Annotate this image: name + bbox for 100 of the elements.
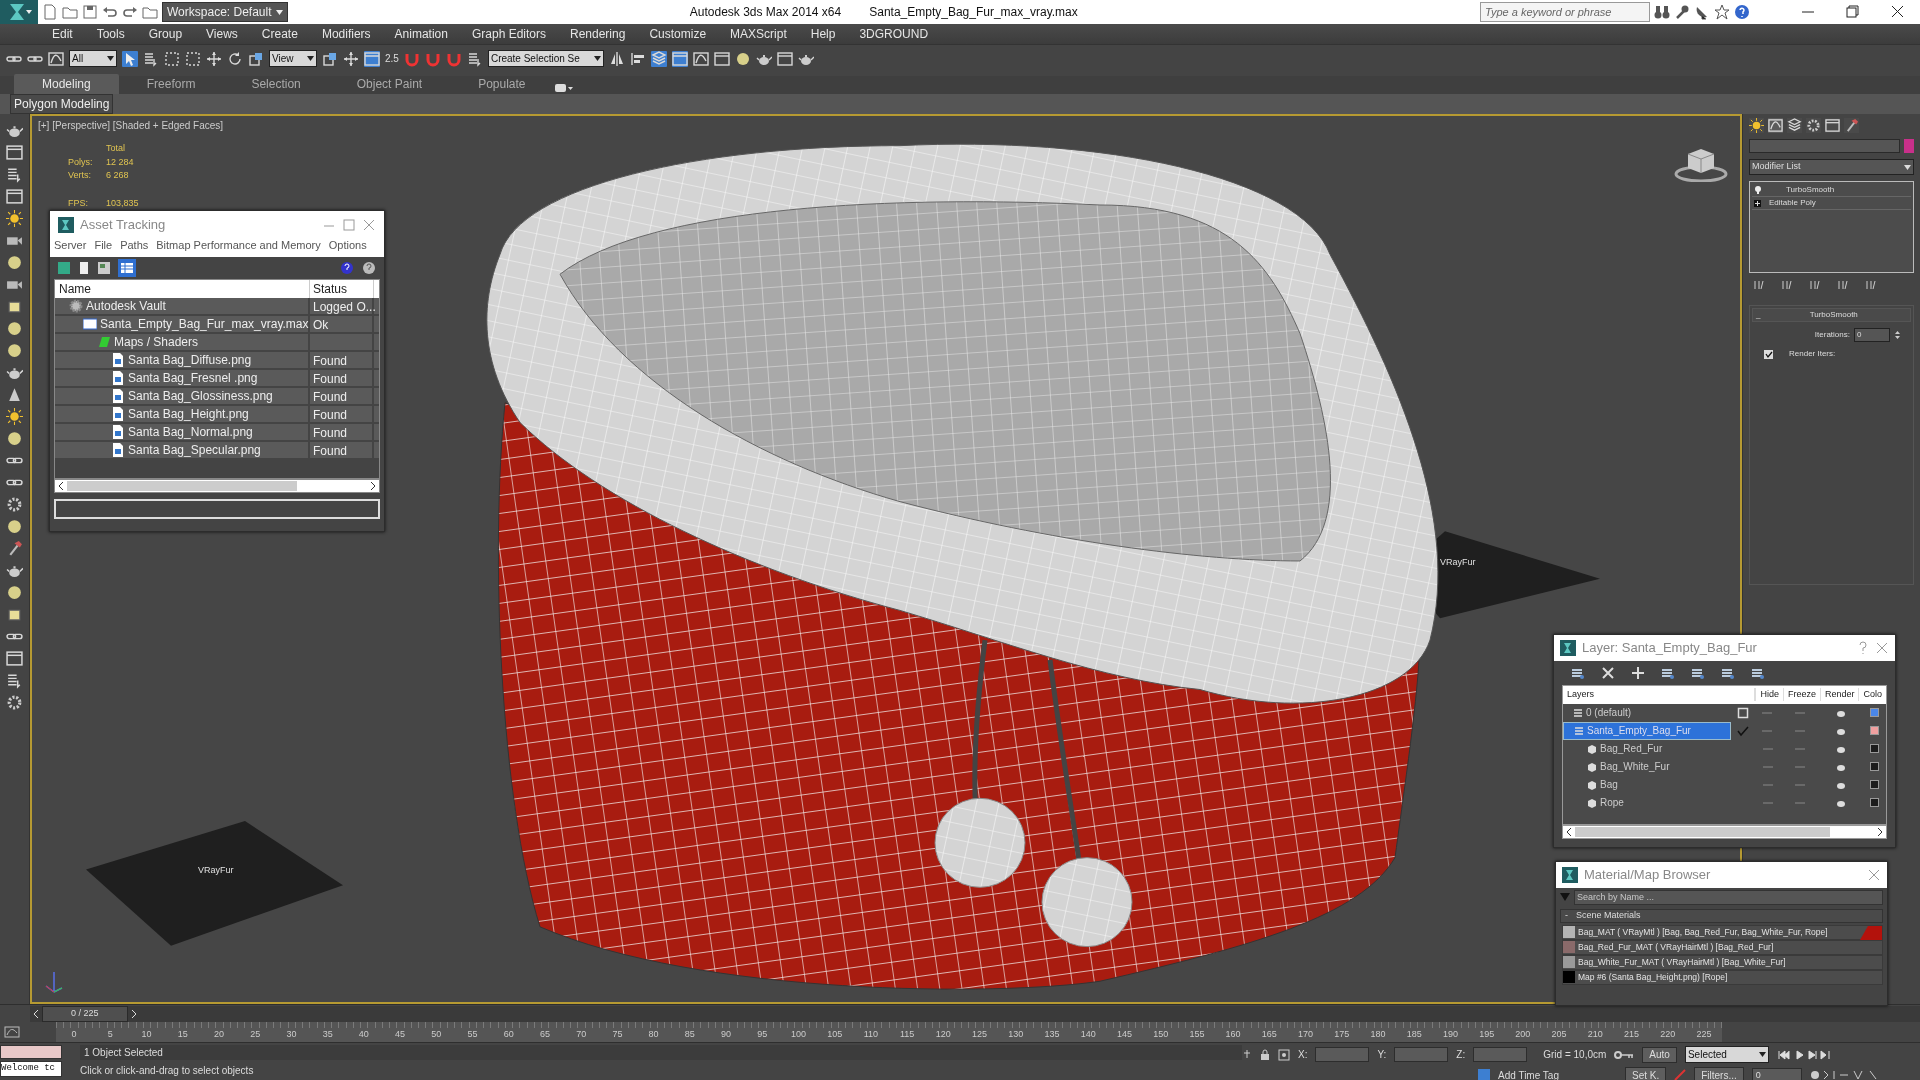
- coordinate-field[interactable]: [1394, 1047, 1449, 1062]
- selection-filter-dropdown[interactable]: All: [69, 50, 117, 67]
- sphere-icon[interactable]: [6, 584, 23, 601]
- menu-item[interactable]: Create: [249, 25, 310, 43]
- listener-output[interactable]: Welcome tc: [0, 1061, 62, 1077]
- help-icon[interactable]: [1857, 640, 1869, 655]
- sphere-icon[interactable]: [6, 254, 23, 271]
- gear-icon[interactable]: [1806, 118, 1821, 133]
- tree-row[interactable]: Autodesk Vault Logged O...: [55, 298, 379, 316]
- time-slider-thumb[interactable]: 0 / 225: [42, 1006, 128, 1022]
- column-header[interactable]: Hide: [1755, 687, 1783, 702]
- snap-toggle[interactable]: 2.5: [385, 51, 399, 66]
- layer-row[interactable]: Rope: [1563, 793, 1733, 812]
- mirror-icon[interactable]: [608, 50, 625, 67]
- frame-field[interactable]: 0: [1751, 1067, 1802, 1080]
- collapse-toggle[interactable]: _: [1756, 309, 1761, 321]
- window-icon[interactable]: [6, 650, 23, 667]
- gear-icon[interactable]: [6, 694, 23, 711]
- gear-icon[interactable]: [6, 496, 23, 513]
- undo-icon[interactable]: [102, 4, 118, 20]
- select-by-name-icon[interactable]: [143, 50, 159, 67]
- menu-item[interactable]: Server: [54, 236, 87, 253]
- layers-icon[interactable]: [1787, 118, 1802, 133]
- viewport-label[interactable]: [+] [Perspective] [Shaded + Edged Faces]: [38, 118, 224, 133]
- menu-item[interactable]: Options: [328, 236, 367, 253]
- new-file-icon[interactable]: [42, 4, 58, 20]
- filters-button[interactable]: Filters...: [1694, 1067, 1744, 1080]
- window-icon[interactable]: [6, 188, 23, 205]
- auto-key-button[interactable]: Auto: [1642, 1046, 1677, 1063]
- coordinate-field[interactable]: [1473, 1047, 1528, 1062]
- menu-item[interactable]: Group: [136, 25, 195, 43]
- menu-item[interactable]: File: [94, 236, 113, 253]
- open-folder-icon[interactable]: [62, 4, 78, 20]
- add-time-tag-button[interactable]: Add Time Tag: [1498, 1067, 1559, 1080]
- color-swatch[interactable]: [1870, 726, 1880, 735]
- sphere-icon[interactable]: [6, 342, 23, 359]
- table-view-icon[interactable]: [118, 259, 136, 277]
- modifier-list-dropdown[interactable]: Modifier List: [1749, 159, 1914, 175]
- spinner-field[interactable]: 0: [1854, 328, 1890, 342]
- timeline-ruler[interactable]: 0 5 10 15 20 25 30 35 40 45 50 55 60 65 70 75 80 85 90 95 100 105 110 115 120 125 130 135 140 145 150 155 160 165 170 175 180 185 190 195 200 205 210 215 220 225: [56, 1022, 1722, 1042]
- layer-row[interactable]: Santa_Empty_Bag_Fur: [1563, 721, 1732, 740]
- modifier-item[interactable]: Editable Poly: [1769, 197, 1816, 209]
- rectangle-selection-icon[interactable]: [164, 50, 180, 67]
- path-field[interactable]: [54, 499, 380, 519]
- move-icon[interactable]: [343, 50, 359, 67]
- ribbon-tab[interactable]: Freeform: [118, 74, 224, 94]
- sun-icon[interactable]: [1749, 118, 1764, 133]
- mini-curve-editor-icon[interactable]: [4, 1025, 20, 1039]
- column-header[interactable]: Colo: [1858, 687, 1886, 702]
- listener-field[interactable]: [0, 1045, 62, 1059]
- color-swatch[interactable]: [1870, 744, 1880, 753]
- material-row[interactable]: Bag_MAT ( VRayMtl ) [Bag, Bag_Red_Fur, Bag_White_Fur, Rope]: [1562, 924, 1883, 940]
- object-color-swatch[interactable]: [1904, 139, 1914, 153]
- ribbon-options-icon[interactable]: [553, 82, 574, 94]
- tree-row[interactable]: Santa Bag_Normal.png Found: [55, 424, 379, 442]
- scale-icon[interactable]: [248, 50, 264, 67]
- satellite-dish-icon[interactable]: [1694, 4, 1710, 20]
- set-key-button[interactable]: Set K.: [1624, 1067, 1667, 1080]
- expand-icon[interactable]: [1754, 199, 1761, 207]
- ribbon-tab[interactable]: Selection: [223, 74, 329, 94]
- workspace-dropdown[interactable]: Workspace: Default: [162, 2, 288, 22]
- layer-row[interactable]: Bag_White_Fur: [1563, 757, 1733, 776]
- light-bulb-icon[interactable]: [1754, 186, 1762, 194]
- menu-item[interactable]: Customize: [637, 25, 719, 43]
- sphere-icon[interactable]: [6, 518, 23, 535]
- color-swatch[interactable]: [1870, 780, 1880, 789]
- menu-item[interactable]: MAXScript: [718, 25, 799, 43]
- menu-item[interactable]: Animation: [382, 25, 460, 43]
- redo-icon[interactable]: [122, 4, 138, 20]
- thumbnail-icon[interactable]: [98, 262, 110, 274]
- menu-item[interactable]: Rendering: [558, 25, 638, 43]
- tree-row[interactable]: Santa Bag_Diffuse.png Found: [55, 352, 379, 370]
- coordinate-field[interactable]: [1315, 1047, 1370, 1062]
- color-swatch[interactable]: [1870, 798, 1880, 807]
- key-filter-dropdown[interactable]: Selected: [1684, 1046, 1769, 1063]
- tree-row[interactable]: Santa Bag_Specular.png Found: [55, 442, 379, 460]
- window-icon[interactable]: [6, 144, 23, 161]
- ribbon-panel-title[interactable]: Polygon Modeling: [10, 94, 114, 114]
- binoculars-icon[interactable]: [1654, 4, 1670, 20]
- lock-icon[interactable]: [1260, 1048, 1270, 1061]
- menu-item[interactable]: Edit: [40, 25, 85, 43]
- menu-item[interactable]: Tools: [84, 25, 137, 43]
- layers-icon[interactable]: [650, 50, 667, 67]
- search-field[interactable]: Type a keyword or phrase: [1480, 2, 1650, 22]
- layer-row[interactable]: 0 (default): [1563, 703, 1732, 722]
- select-object-icon[interactable]: [122, 50, 138, 67]
- rotate-icon[interactable]: [227, 50, 243, 67]
- cone-icon[interactable]: [6, 386, 23, 403]
- menu-item[interactable]: Help: [798, 25, 848, 43]
- tree-row[interactable]: Santa Bag_Fresnel .png Found: [55, 370, 379, 388]
- menu-item[interactable]: Modifiers: [309, 25, 383, 43]
- checked-checkbox-icon[interactable]: [1764, 349, 1773, 359]
- named-selection-dropdown[interactable]: Create Selection Se: [487, 50, 604, 67]
- sphere-icon[interactable]: [6, 430, 23, 447]
- align-icon[interactable]: [629, 50, 646, 67]
- tree-row[interactable]: Santa_Empty_Bag_Fur_max_vray.max Ok: [55, 316, 379, 334]
- layer-row[interactable]: Bag: [1563, 775, 1733, 794]
- logo-icon[interactable]: [1562, 866, 1578, 883]
- help-icon[interactable]: [362, 261, 376, 275]
- project-folder-icon[interactable]: [142, 4, 158, 20]
